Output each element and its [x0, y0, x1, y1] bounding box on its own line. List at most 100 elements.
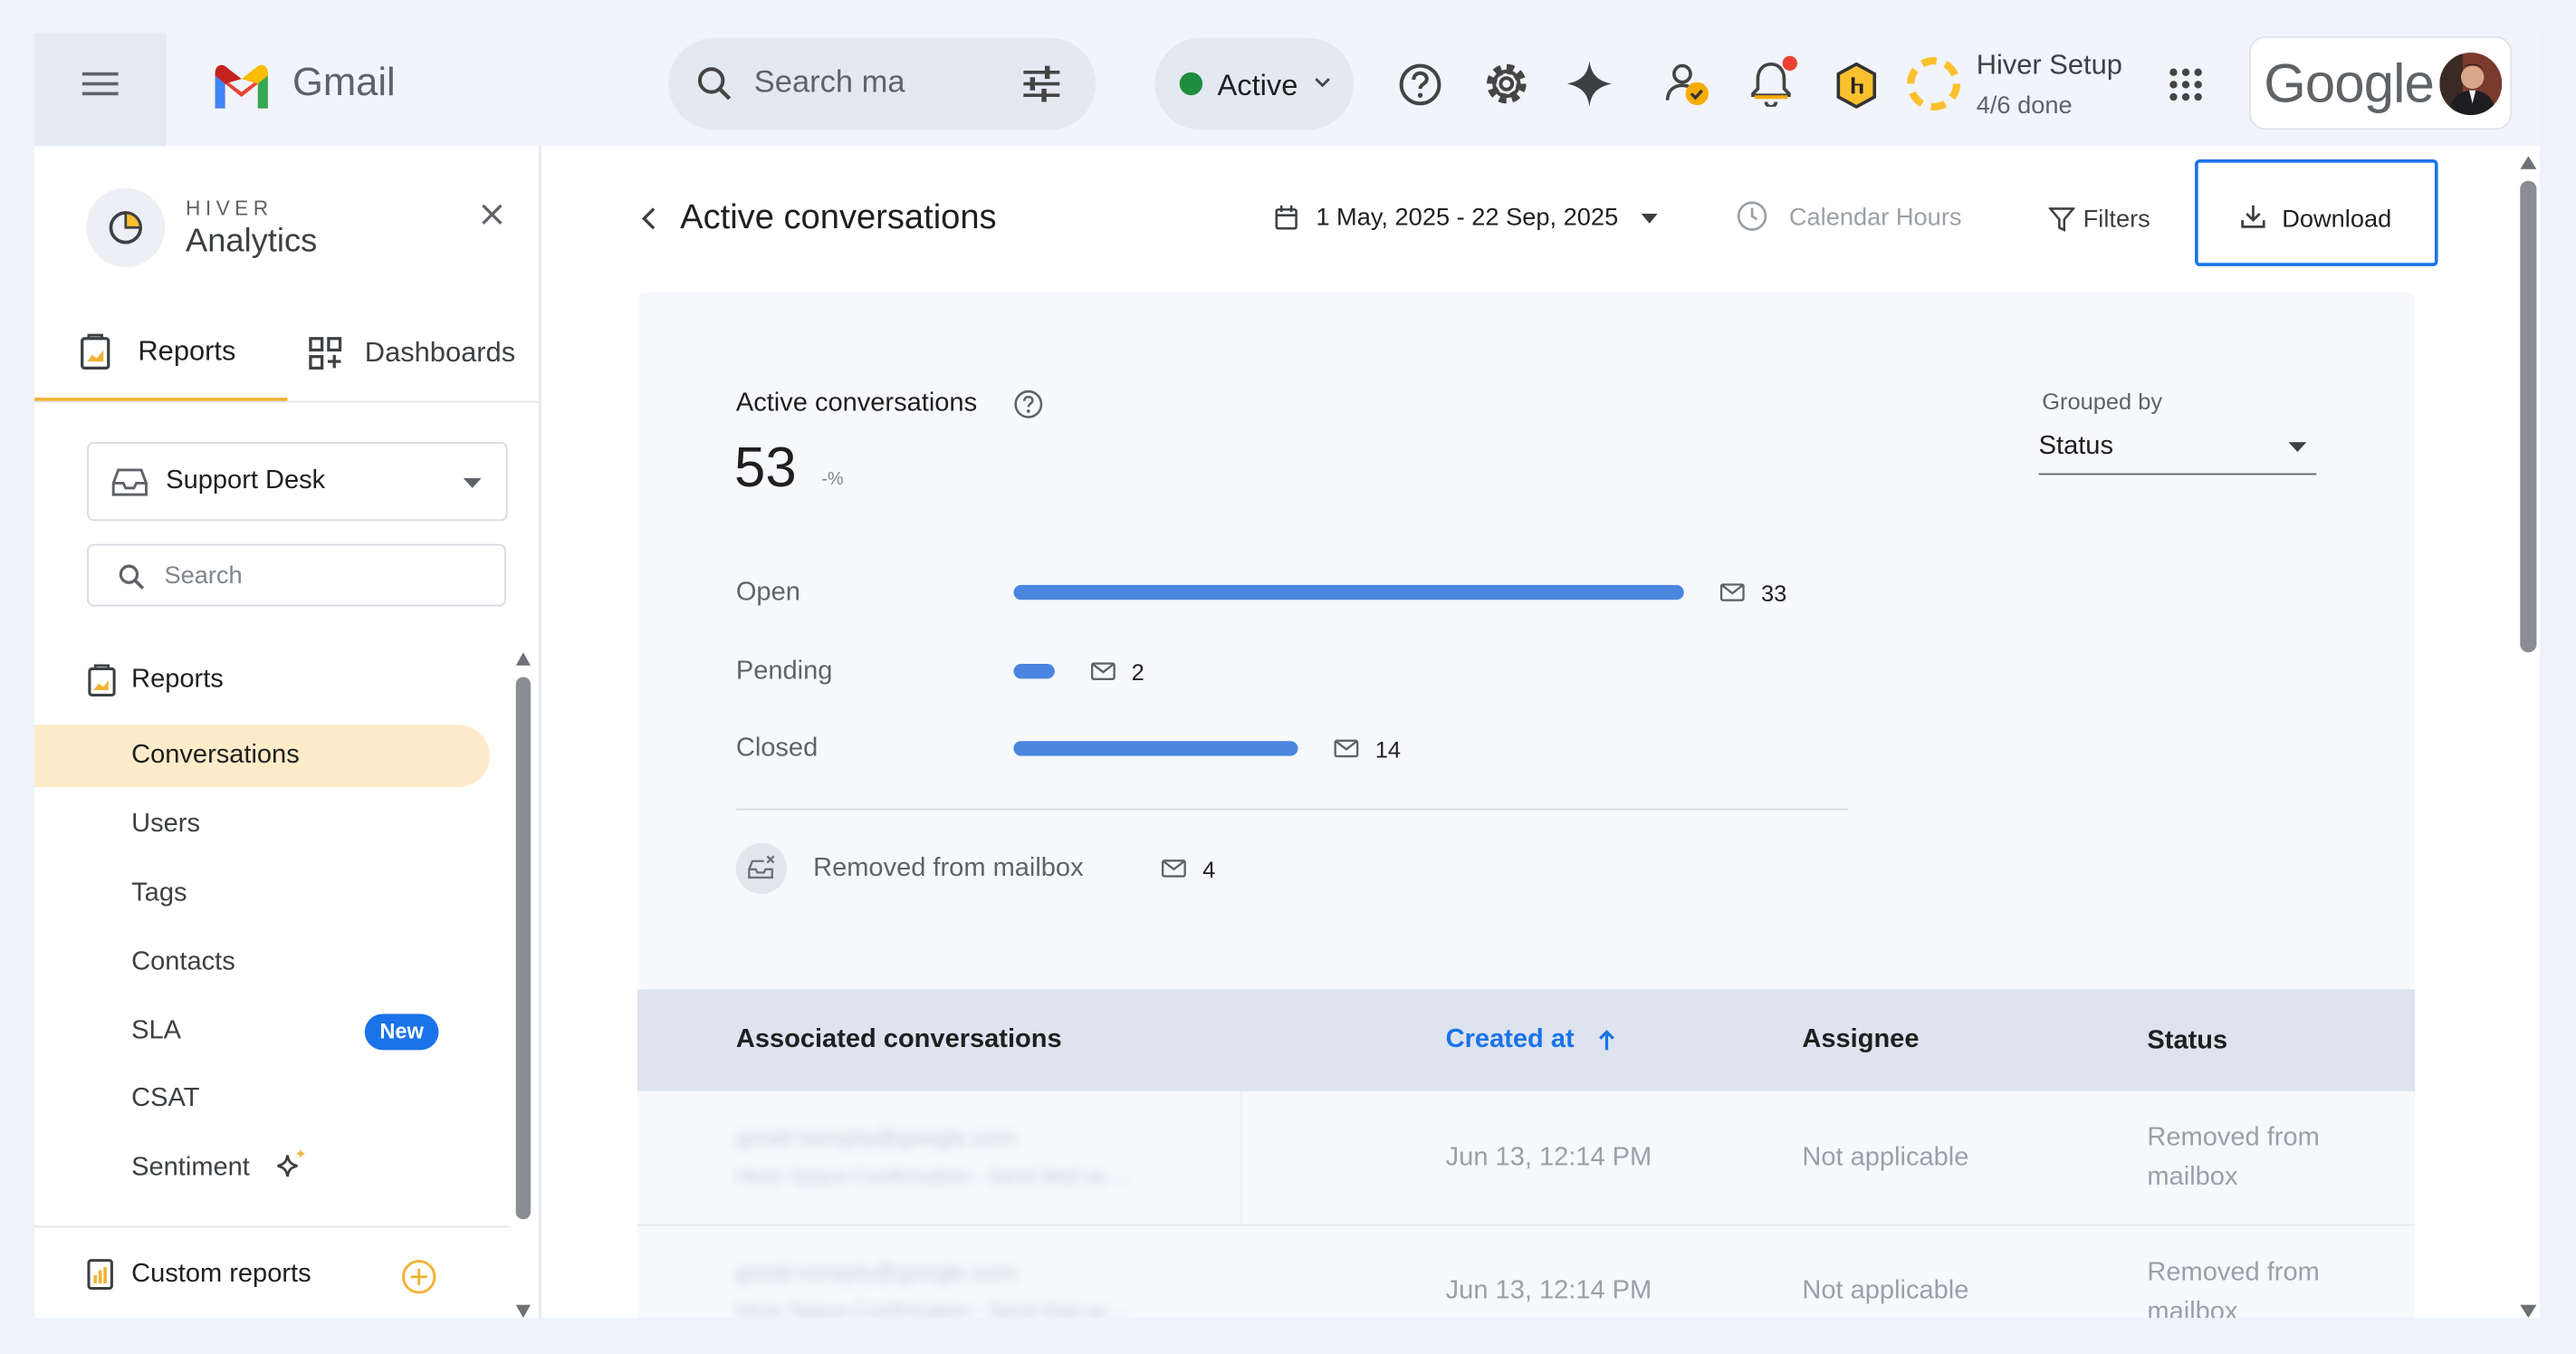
bar-pending[interactable] — [1013, 664, 1055, 679]
grouped-by-select[interactable]: Status — [2038, 422, 2317, 475]
inbox-icon — [111, 468, 148, 496]
apps-grid-icon[interactable] — [2169, 67, 2203, 101]
removed-label: Removed from mailbox — [813, 854, 1084, 883]
sidebar-search[interactable]: Search — [87, 543, 506, 607]
column-header-created-at: Created at — [1445, 1025, 1575, 1054]
analytics-sidebar: HIVER Analytics Reports Dashboards Suppo… — [34, 146, 541, 1319]
mail-icon — [1161, 859, 1186, 878]
bar-open[interactable] — [1013, 584, 1684, 600]
user-availability-icon[interactable] — [1664, 61, 1710, 107]
sidebar-item-users[interactable]: Users — [131, 810, 200, 840]
calendar-hours-toggle[interactable]: Calendar Hours — [1735, 194, 1981, 243]
mail-icon — [1090, 662, 1116, 680]
download-button[interactable]: Download — [2195, 158, 2438, 266]
sparkle-icon[interactable] — [1566, 61, 1612, 107]
custom-reports-label[interactable]: Custom reports — [131, 1261, 311, 1291]
row-status-line2: mailbox — [2147, 1298, 2238, 1319]
date-range-text: 1 May, 2025 - 22 Sep, 2025 — [1316, 203, 1619, 232]
sidebar-item-sentiment[interactable]: Sentiment — [131, 1154, 250, 1184]
hamburger-icon — [81, 72, 119, 96]
page-title: Active conversations — [680, 198, 997, 237]
sidebar-search-input[interactable]: Search — [164, 562, 242, 591]
removed-count: 4 — [1202, 856, 1216, 883]
main-scroll-thumb[interactable] — [2520, 180, 2537, 653]
add-custom-report-icon[interactable] — [401, 1259, 437, 1295]
table-row[interactable]: gmail-noreply@google.com Hiver Space Con… — [637, 1090, 2416, 1224]
row-status-line1: Removed from — [2147, 1124, 2320, 1152]
removed-from-mailbox-row[interactable]: Removed from mailbox 4 — [735, 842, 1262, 896]
setup-title[interactable]: Hiver Setup — [1977, 49, 2122, 82]
download-icon — [2241, 205, 2265, 228]
inbox-select-value: Support Desk — [166, 466, 326, 495]
sidebar-item-csat[interactable]: CSAT — [131, 1085, 199, 1115]
sidebar-scrollbar[interactable] — [515, 652, 531, 1319]
reports-section-icon — [88, 664, 116, 697]
tab-reports[interactable]: Reports — [34, 311, 288, 403]
grouped-by-label: Grouped by — [2042, 388, 2163, 415]
main-scrollbar[interactable] — [2520, 156, 2537, 1320]
mail-search-input[interactable]: Search ma — [754, 66, 905, 102]
inbox-select[interactable]: Support Desk — [87, 442, 508, 522]
bar-value-open: 33 — [1761, 580, 1787, 607]
sidebar-scroll-thumb[interactable] — [515, 677, 531, 1220]
chevron-down-icon — [1315, 78, 1330, 88]
dashboards-tab-icon — [309, 337, 342, 370]
row-status-line1: Removed from — [2147, 1258, 2320, 1287]
avatar — [2439, 53, 2503, 116]
summary-label: Active conversations — [735, 389, 978, 418]
row-cell-divider — [1240, 1090, 1242, 1224]
table-header: Associated conversations Created at Assi… — [637, 989, 2416, 1091]
sparkle-icon — [277, 1148, 306, 1177]
brand-small-text: HIVER — [186, 197, 273, 221]
tab-reports-label: Reports — [138, 335, 236, 367]
info-icon[interactable] — [1013, 389, 1043, 419]
back-arrow-icon[interactable] — [641, 207, 656, 230]
reports-tab-icon — [81, 333, 110, 370]
mail-icon — [1719, 583, 1745, 601]
hiver-logo-icon[interactable] — [1835, 62, 1878, 109]
setup-progress-text: 4/6 done — [1976, 91, 2073, 120]
row-assignee: Not applicable — [1802, 1143, 1969, 1172]
bell-icon[interactable] — [1749, 54, 1798, 107]
google-account-button[interactable]: Google — [2248, 35, 2513, 130]
search-options-icon[interactable] — [1022, 65, 1062, 102]
analytics-logo-icon — [86, 187, 166, 267]
row-from: gmail-noreply@google.com — [735, 1124, 1017, 1151]
main-menu-button[interactable] — [34, 33, 167, 147]
sort-created-at[interactable]: Created at — [1446, 1019, 1627, 1065]
setup-progress-icon[interactable] — [1904, 54, 1963, 113]
scroll-up-icon[interactable] — [515, 652, 531, 666]
filters-button[interactable]: Filters — [2044, 194, 2169, 243]
new-badge: New — [364, 1013, 439, 1051]
custom-reports-divider — [34, 1225, 512, 1228]
gmail-app-name: Gmail — [292, 61, 396, 106]
table-row[interactable]: gmail-noreply@google.com Hiver Space Con… — [637, 1225, 2416, 1319]
summary-change: -% — [821, 469, 844, 490]
row-from: gmail-noreply@google.com — [735, 1258, 1017, 1285]
row-subject: Hiver Space Confirmation - Send Mail as … — [735, 1300, 1130, 1319]
download-label: Download — [2282, 205, 2392, 234]
scroll-up-icon[interactable] — [2520, 156, 2537, 169]
scroll-down-icon[interactable] — [515, 1304, 531, 1319]
date-range-picker[interactable]: 1 May, 2025 - 22 Sep, 2025 — [1265, 194, 1668, 243]
sidebar-item-contacts[interactable]: Contacts — [131, 948, 235, 978]
dropdown-arrow-icon — [463, 477, 482, 488]
scroll-down-icon[interactable] — [2520, 1304, 2537, 1319]
tab-dashboards[interactable]: Dashboards — [288, 311, 541, 403]
row-created: Jun 13, 12:14 PM — [1445, 1276, 1652, 1305]
search-icon — [119, 564, 145, 590]
sidebar-item-tags[interactable]: Tags — [131, 879, 187, 909]
custom-reports-icon — [87, 1259, 113, 1291]
status-toggle[interactable]: Active — [1154, 37, 1355, 130]
sidebar-item-sla[interactable]: SLA — [131, 1017, 181, 1047]
close-icon[interactable] — [482, 204, 503, 226]
bar-closed[interactable] — [1013, 741, 1298, 756]
sidebar-item-conversations[interactable]: Conversations — [34, 725, 490, 788]
help-icon[interactable] — [1398, 62, 1442, 107]
bar-value-pending: 2 — [1131, 658, 1144, 686]
bar-label-open: Open — [735, 578, 800, 607]
chevron-down-icon — [1641, 213, 1658, 224]
mail-search-box[interactable]: Search ma — [668, 37, 1096, 130]
gear-icon[interactable] — [1483, 61, 1529, 107]
clock-icon — [1737, 201, 1767, 231]
